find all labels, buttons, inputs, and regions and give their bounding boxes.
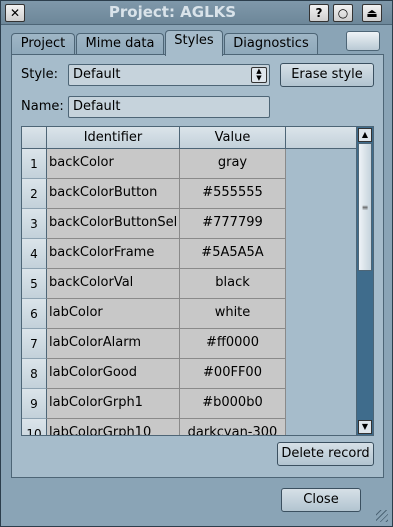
style-select[interactable]: Default ▲ ▼ bbox=[68, 64, 270, 86]
table-row[interactable]: 9 labColorGrph1 #b000b0 bbox=[22, 389, 356, 419]
styles-panel: Style: Default ▲ ▼ Erase style Name: Defa… bbox=[11, 54, 384, 478]
identifier-cell[interactable]: labColorAlarm bbox=[47, 329, 180, 359]
table-body: 1 backColor gray 2 backColorButton #555555 3 ba… bbox=[22, 149, 356, 435]
project-dialog: ✕ Project: AGLKS ? ○ ⏏ Project Mime data… bbox=[0, 0, 393, 527]
erase-style-button[interactable]: Erase style bbox=[280, 63, 374, 87]
row-number[interactable]: 6 bbox=[22, 299, 47, 329]
tab-diagnostics[interactable]: Diagnostics bbox=[224, 33, 318, 55]
identifier-cell[interactable]: labColorGrph10 bbox=[47, 419, 180, 435]
resize-grip-icon[interactable] bbox=[376, 510, 388, 522]
close-button[interactable]: Close bbox=[281, 488, 361, 512]
shade-icon[interactable]: ○ bbox=[333, 4, 353, 22]
style-select-value: Default bbox=[73, 67, 121, 82]
identifier-cell[interactable]: backColorFrame bbox=[47, 239, 180, 269]
value-cell[interactable]: gray bbox=[180, 149, 286, 179]
table-row[interactable]: 4 backColorFrame #5A5A5A bbox=[22, 239, 356, 269]
table-row[interactable]: 2 backColorButton #555555 bbox=[22, 179, 356, 209]
value-cell[interactable]: #5A5A5A bbox=[180, 239, 286, 269]
identifier-cell[interactable]: labColorGrph1 bbox=[47, 389, 180, 419]
table-row[interactable]: 1 backColor gray bbox=[22, 149, 356, 179]
row-number[interactable]: 4 bbox=[22, 239, 47, 269]
corner-header bbox=[22, 127, 47, 149]
scroll-up-icon[interactable]: ▲ bbox=[358, 128, 372, 142]
table-row[interactable]: 7 labColorAlarm #ff0000 bbox=[22, 329, 356, 359]
row-number[interactable]: 9 bbox=[22, 389, 47, 419]
identifier-cell[interactable]: backColor bbox=[47, 149, 180, 179]
row-number[interactable]: 1 bbox=[22, 149, 47, 179]
table-header: Identifier Value bbox=[22, 127, 356, 149]
scroll-down-icon[interactable]: ▼ bbox=[358, 420, 372, 434]
identifier-cell[interactable]: backColorButton bbox=[47, 179, 180, 209]
identifier-cell[interactable]: backColorButtonSel bbox=[47, 209, 180, 239]
tab-mime-data[interactable]: Mime data bbox=[76, 33, 164, 55]
style-table: Identifier Value 1 backColor gray 2 backColo… bbox=[21, 126, 374, 436]
value-cell[interactable]: white bbox=[180, 299, 286, 329]
name-field[interactable]: Default bbox=[68, 96, 270, 118]
identifier-cell[interactable]: backColorVal bbox=[47, 269, 180, 299]
value-header[interactable]: Value bbox=[180, 127, 286, 149]
value-cell[interactable]: black bbox=[180, 269, 286, 299]
window-menu-icon[interactable]: ⏏ bbox=[362, 4, 382, 22]
value-cell[interactable]: #ff0000 bbox=[180, 329, 286, 359]
value-cell[interactable]: #555555 bbox=[180, 179, 286, 209]
style-label: Style: bbox=[21, 67, 59, 82]
tab-styles[interactable]: Styles bbox=[165, 30, 223, 56]
table-row[interactable]: 8 labColorGood #00FF00 bbox=[22, 359, 356, 389]
table-row[interactable]: 6 labColor white bbox=[22, 299, 356, 329]
combo-arrows-icon: ▲ ▼ bbox=[251, 67, 267, 83]
table-row[interactable]: 3 backColorButtonSel #777799 bbox=[22, 209, 356, 239]
title-bar[interactable]: ✕ Project: AGLKS ? ○ ⏏ bbox=[1, 1, 392, 25]
table-row[interactable]: 10 labColorGrph10 darkcyan-300 bbox=[22, 419, 356, 435]
table-scrollbar[interactable]: ▲ ≡ ▼ bbox=[356, 127, 373, 435]
table-row[interactable]: 5 backColorVal black bbox=[22, 269, 356, 299]
row-number[interactable]: 8 bbox=[22, 359, 47, 389]
identifier-cell[interactable]: labColorGood bbox=[47, 359, 180, 389]
name-label: Name: bbox=[21, 99, 64, 114]
identifier-header[interactable]: Identifier bbox=[47, 127, 180, 149]
help-icon[interactable]: ? bbox=[309, 4, 329, 22]
row-number[interactable]: 2 bbox=[22, 179, 47, 209]
identifier-cell[interactable]: labColor bbox=[47, 299, 180, 329]
close-window-icon[interactable]: ✕ bbox=[5, 4, 25, 22]
value-cell[interactable]: #00FF00 bbox=[180, 359, 286, 389]
value-cell[interactable]: #b000b0 bbox=[180, 389, 286, 419]
row-number[interactable]: 3 bbox=[22, 209, 47, 239]
value-cell[interactable]: darkcyan-300 bbox=[180, 419, 286, 435]
scroll-thumb[interactable]: ≡ bbox=[358, 143, 372, 271]
row-number[interactable]: 5 bbox=[22, 269, 47, 299]
row-number[interactable]: 7 bbox=[22, 329, 47, 359]
window-title: Project: AGLKS bbox=[108, 3, 237, 21]
page-corner-icon bbox=[346, 31, 380, 51]
tab-project[interactable]: Project bbox=[11, 33, 75, 55]
row-number[interactable]: 10 bbox=[22, 419, 47, 435]
delete-record-button[interactable]: Delete record bbox=[277, 442, 374, 466]
value-cell[interactable]: #777799 bbox=[180, 209, 286, 239]
